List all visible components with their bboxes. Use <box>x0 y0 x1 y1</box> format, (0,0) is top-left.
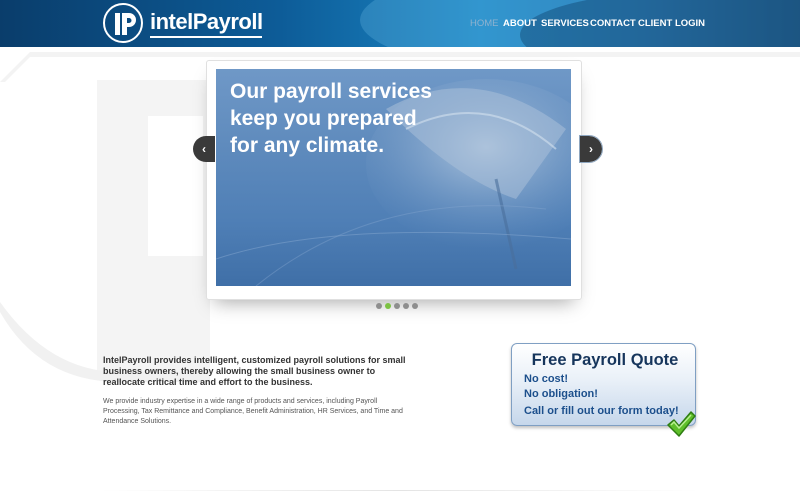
slide-headline-line: for any climate. <box>230 134 385 157</box>
slider-dot-3[interactable] <box>394 303 400 309</box>
nav-home[interactable]: HOME <box>470 18 499 29</box>
checkmark-icon <box>667 411 696 437</box>
logo-icon[interactable] <box>103 3 143 43</box>
quote-line-no-obligation: No obligation! <box>524 388 598 400</box>
chevron-right-icon: › <box>589 142 593 156</box>
quote-title: Free Payroll Quote <box>531 351 679 369</box>
slider-prev-button[interactable]: ‹ <box>193 136 215 162</box>
brand-underline <box>150 36 262 38</box>
slide-headline-line: Our payroll services <box>230 80 432 103</box>
chevron-left-icon: ‹ <box>202 142 206 156</box>
slider-dot-4[interactable] <box>403 303 409 309</box>
slide-headline-line: keep you prepared <box>230 107 417 130</box>
slider-dot-1[interactable] <box>376 303 382 309</box>
quote-line-call: Call or fill out our form today! <box>524 405 679 417</box>
intro-paragraph: IntelPayroll provides intelligent, custo… <box>103 355 406 387</box>
slide-headline: Our payroll services keep you prepared f… <box>230 78 560 159</box>
services-description: We provide industry expertise in a wide … <box>103 398 403 425</box>
quote-line-no-cost: No cost! <box>524 373 568 385</box>
site-header: intelPayroll HOME ABOUT SERVICES CONTACT… <box>0 0 800 47</box>
nav-services[interactable]: SERVICES <box>541 18 589 29</box>
nav-client-login[interactable]: CLIENT LOGIN <box>638 18 705 29</box>
nav-about[interactable]: ABOUT <box>503 18 537 29</box>
hero-slide[interactable]: Our payroll services keep you prepared f… <box>216 69 571 286</box>
nav-contact[interactable]: CONTACT <box>590 18 636 29</box>
slider-dot-2[interactable] <box>385 303 391 309</box>
footer-divider <box>100 490 700 491</box>
slider-dot-5[interactable] <box>412 303 418 309</box>
brand-name[interactable]: intelPayroll <box>150 9 263 35</box>
